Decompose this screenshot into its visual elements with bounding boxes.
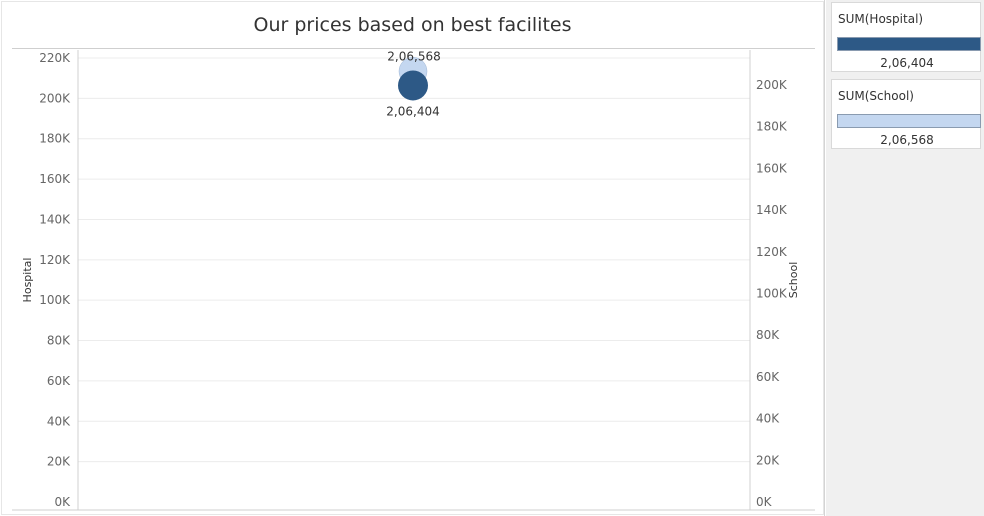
left-tick-label: 0K <box>54 495 71 509</box>
right-tick-label: 200K <box>756 78 788 92</box>
hospital-data-label: 2,06,404 <box>386 104 439 118</box>
left-axis-ticks: 0K 20K 40K 60K 80K 100K 120K 140K 160K 180K 200K 22… <box>39 51 71 509</box>
left-tick-label: 100K <box>39 293 71 307</box>
right-tick-label: 100K <box>756 287 788 301</box>
right-tick-label: 0K <box>756 495 773 509</box>
right-tick-label: 120K <box>756 245 788 259</box>
left-tick-label: 140K <box>39 212 71 226</box>
left-tick-label: 20K <box>47 455 71 469</box>
chart-panel: Our prices based on best facilites 0K 20K… <box>0 0 825 516</box>
legend-title-hospital: SUM(Hospital) <box>838 12 924 26</box>
left-tick-label: 180K <box>39 132 71 146</box>
legend-sidebar: SUM(Hospital) 2,06,404 SUM(School) 2,06,… <box>826 0 984 516</box>
legend-value-school: 2,06,568 <box>880 133 934 147</box>
right-axis-title: School <box>787 262 800 299</box>
left-axis-title: Hospital <box>21 258 34 303</box>
left-tick-label: 60K <box>47 374 71 388</box>
left-tick-label: 220K <box>39 51 71 65</box>
right-tick-label: 160K <box>756 161 788 175</box>
gridlines <box>78 57 750 463</box>
right-tick-label: 60K <box>756 370 780 384</box>
left-tick-label: 80K <box>47 334 71 348</box>
legend-title-school: SUM(School) <box>838 89 914 103</box>
school-data-label: 2,06,568 <box>387 49 440 63</box>
left-tick-label: 40K <box>47 414 71 428</box>
legend-value-hospital: 2,06,404 <box>880 56 934 70</box>
legend-bar-hospital <box>837 37 981 51</box>
legend-card-school[interactable]: SUM(School) 2,06,568 <box>831 79 981 149</box>
hospital-point <box>398 70 428 101</box>
right-tick-label: 140K <box>756 203 788 217</box>
right-tick-label: 180K <box>756 120 788 134</box>
left-tick-label: 160K <box>39 172 71 186</box>
right-tick-label: 40K <box>756 412 780 426</box>
left-tick-label: 200K <box>39 91 71 105</box>
right-tick-label: 80K <box>756 328 780 342</box>
right-axis-ticks: 0K 20K 40K 60K 80K 100K 120K 140K 160K 180K 200K <box>756 78 788 509</box>
dual-axis-chart: 0K 20K 40K 60K 80K 100K 120K 140K 160K 180K 200K 22… <box>12 49 815 511</box>
legend-card-hospital[interactable]: SUM(Hospital) 2,06,404 <box>831 2 981 72</box>
legend-bar-school <box>837 114 981 128</box>
data-marks: 2,06,568 2,06,404 <box>386 49 440 118</box>
left-tick-label: 120K <box>39 253 71 267</box>
right-tick-label: 20K <box>756 453 780 467</box>
